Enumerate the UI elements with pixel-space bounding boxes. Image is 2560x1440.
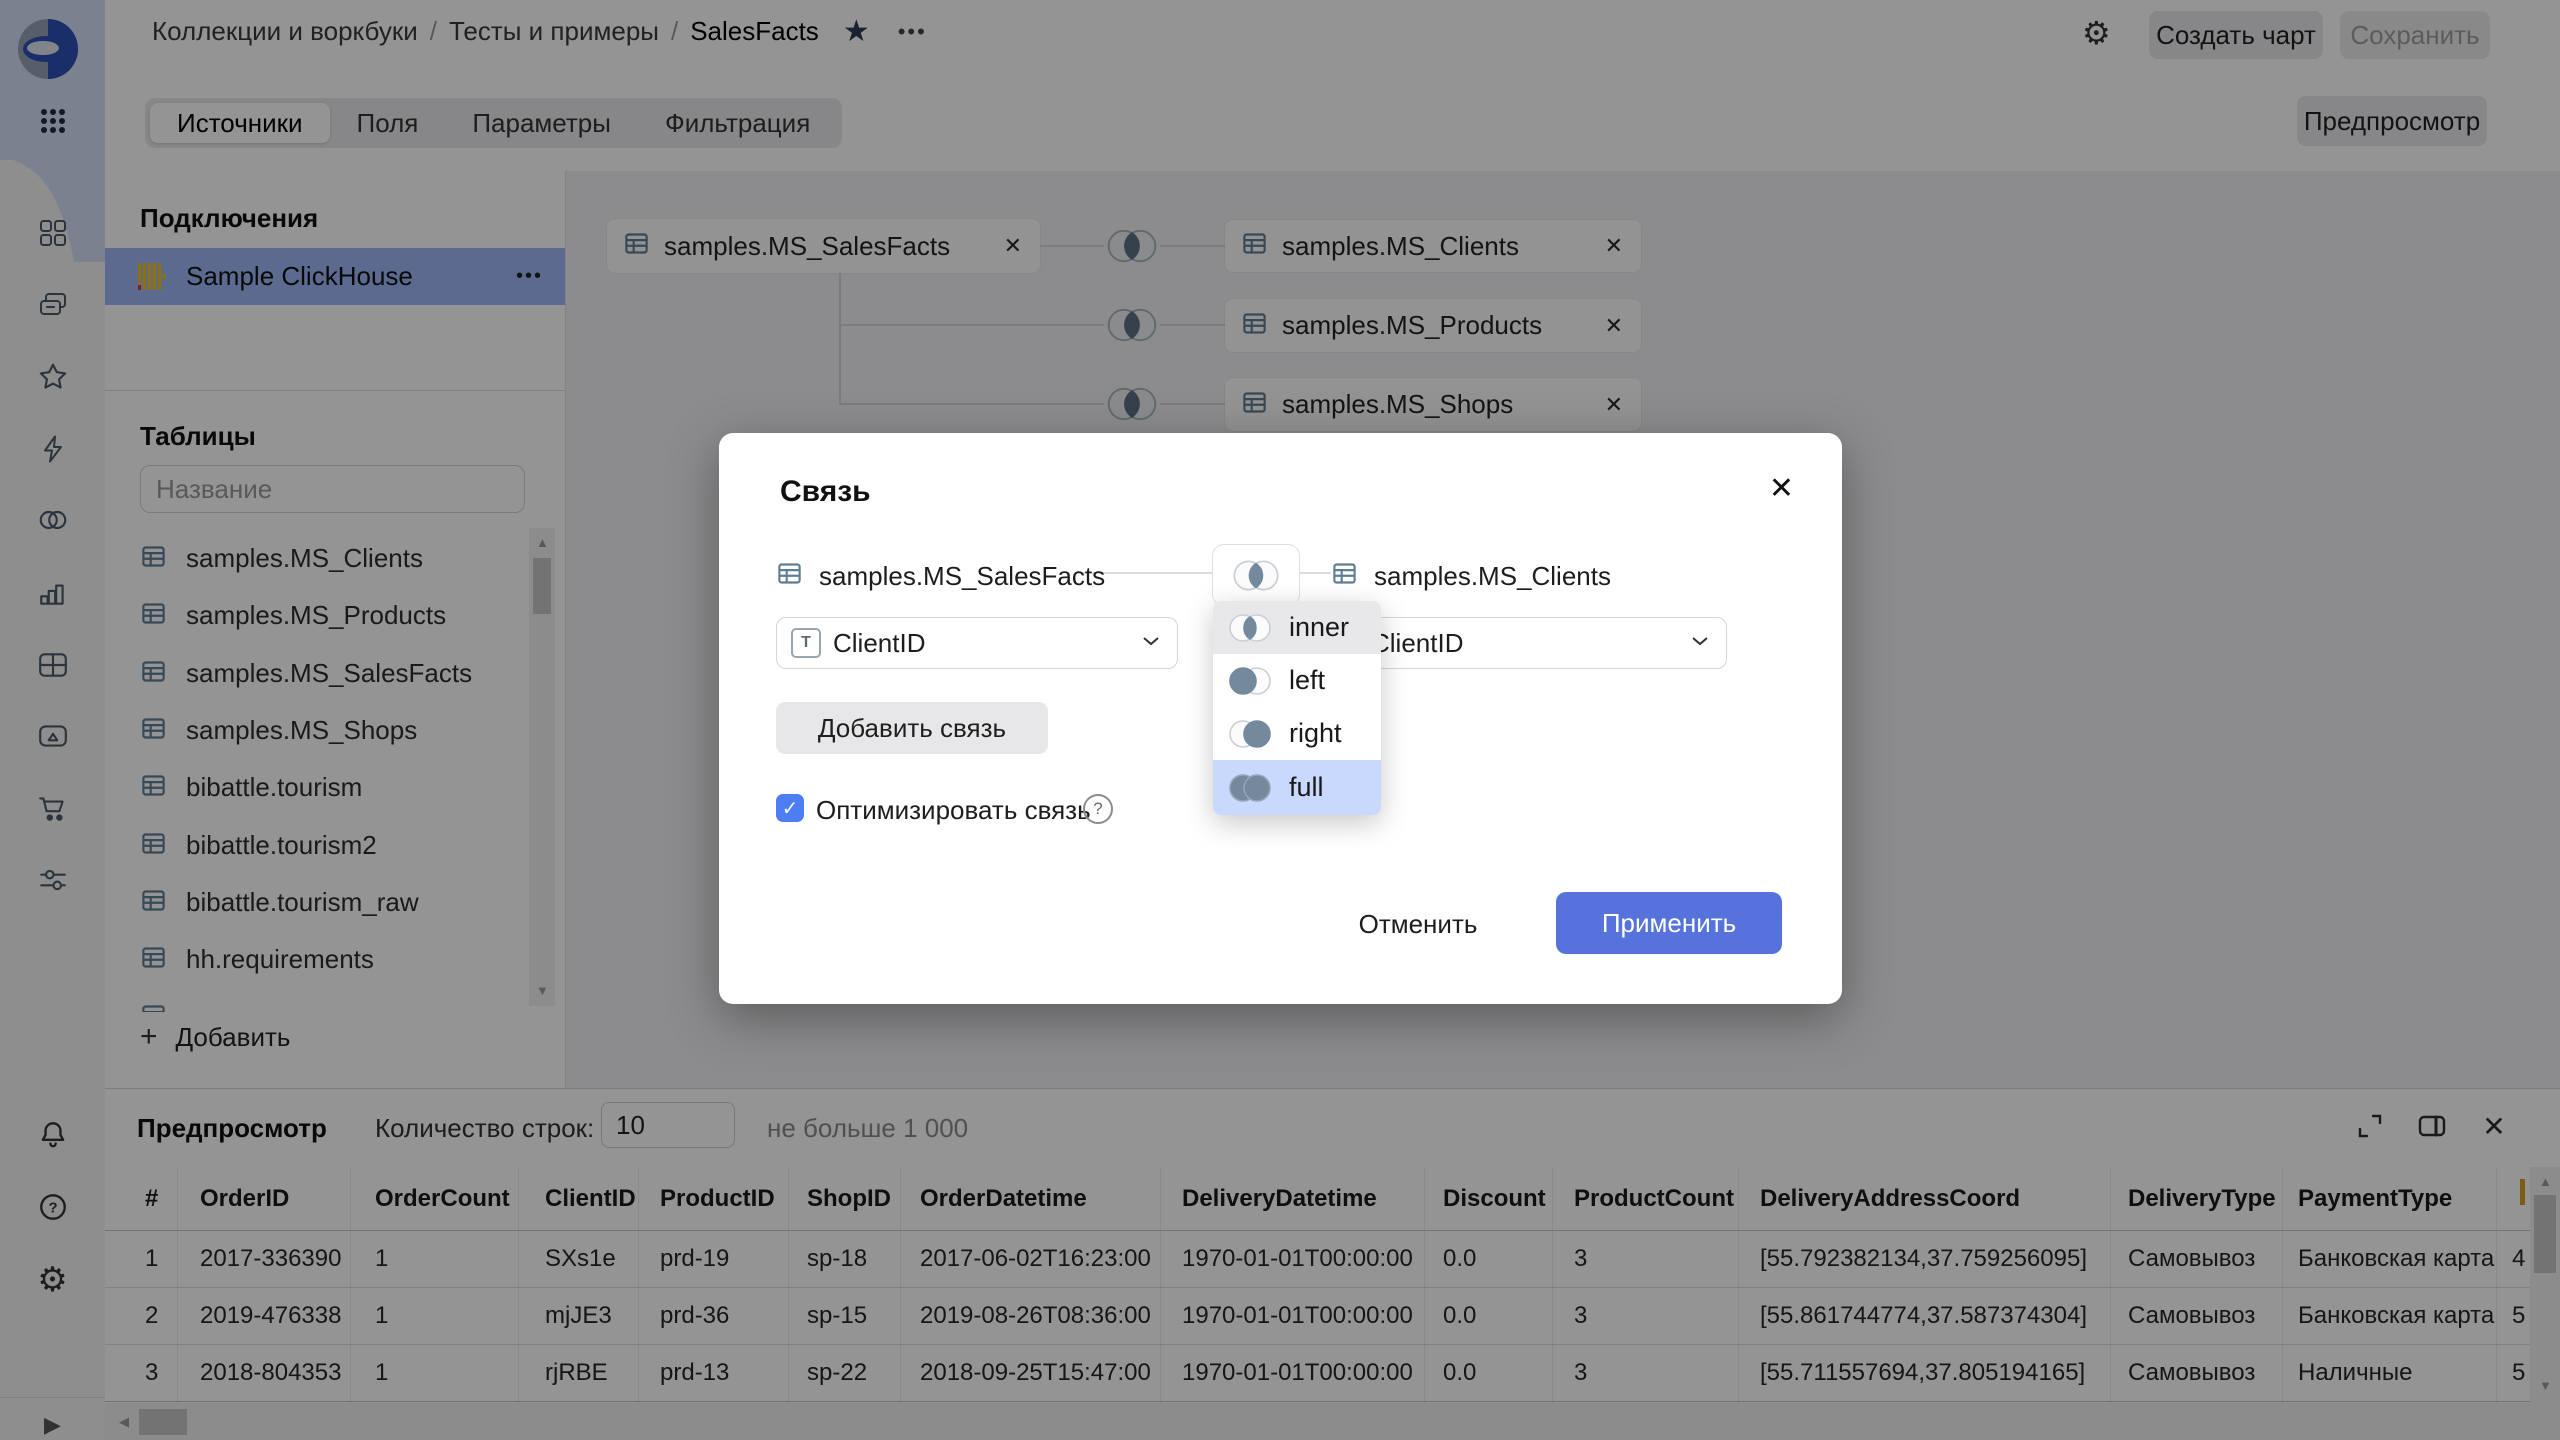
table-icon bbox=[776, 560, 803, 592]
join-option-label: right bbox=[1289, 718, 1342, 749]
join-type-menu: inner left right full bbox=[1213, 601, 1381, 815]
string-type-icon: T bbox=[791, 628, 821, 658]
join-option-label: inner bbox=[1289, 612, 1349, 643]
join-inner-icon bbox=[1230, 557, 1282, 594]
help-icon[interactable]: ? bbox=[1083, 794, 1113, 824]
right-table-name: samples.MS_Clients bbox=[1374, 561, 1611, 592]
optimize-label: Оптимизировать связь bbox=[816, 795, 1091, 826]
apply-button[interactable]: Применить bbox=[1556, 892, 1782, 954]
join-option-label: left bbox=[1289, 665, 1325, 696]
cancel-button[interactable]: Отменить bbox=[1358, 898, 1478, 950]
join-option-full[interactable]: full bbox=[1213, 760, 1381, 815]
optimize-checkbox[interactable]: ✓ bbox=[776, 794, 804, 822]
chevron-down-icon bbox=[1141, 634, 1161, 652]
table-icon bbox=[1331, 560, 1358, 592]
check-icon: ✓ bbox=[782, 796, 799, 821]
join-inner-icon bbox=[1225, 611, 1275, 645]
close-modal-icon[interactable]: ✕ bbox=[1769, 471, 1794, 506]
join-right-icon bbox=[1225, 717, 1275, 751]
modal-title: Связь bbox=[780, 475, 871, 509]
left-field-select[interactable]: T ClientID bbox=[776, 617, 1178, 669]
add-join-button[interactable]: Добавить связь bbox=[776, 702, 1048, 754]
join-option-left[interactable]: left bbox=[1213, 654, 1381, 707]
chevron-down-icon bbox=[1690, 634, 1710, 652]
join-line bbox=[1298, 572, 1331, 574]
modal-left-table: samples.MS_SalesFacts bbox=[776, 560, 1105, 592]
dataset-editor-screen: ? ⚙ ▶ Коллекции и воркбуки / Тесты и при… bbox=[0, 0, 2560, 1440]
join-full-icon bbox=[1225, 771, 1275, 805]
join-type-button[interactable] bbox=[1212, 544, 1300, 606]
modal-right-table: samples.MS_Clients bbox=[1331, 560, 1611, 592]
right-field-value: ClientID bbox=[1371, 628, 1463, 659]
left-table-name: samples.MS_SalesFacts bbox=[819, 561, 1105, 592]
join-option-label: full bbox=[1289, 772, 1324, 803]
join-option-right[interactable]: right bbox=[1213, 707, 1381, 760]
left-field-value: ClientID bbox=[833, 628, 925, 659]
join-option-inner[interactable]: inner bbox=[1213, 601, 1381, 654]
join-left-icon bbox=[1225, 664, 1275, 698]
